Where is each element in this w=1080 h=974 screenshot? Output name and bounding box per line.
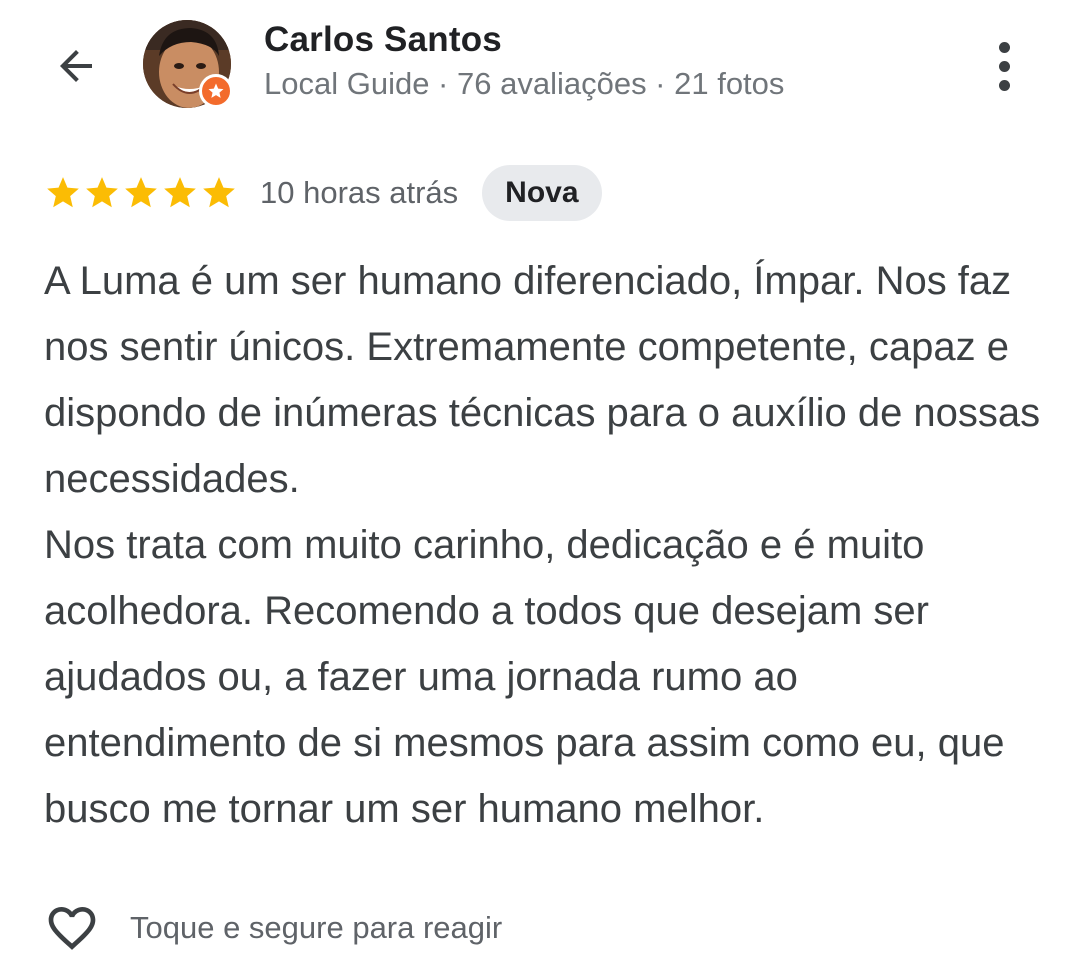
- more-vert-icon: [998, 41, 1010, 53]
- star-icon: [44, 174, 82, 212]
- more-vert-icon-dot: [998, 79, 1010, 91]
- local-guide-star-icon: [208, 83, 224, 98]
- review-paragraph: A Luma é um ser humano diferenciado, Ímp…: [44, 259, 1041, 501]
- heart-outline-icon: [48, 907, 96, 950]
- user-avatar[interactable]: [143, 20, 233, 110]
- arrow-back-icon: [60, 50, 92, 82]
- review-time: 10 horas atrás: [260, 175, 459, 210]
- more-vert-icon-dot: [998, 60, 1010, 72]
- local-guide-badge: [199, 74, 233, 108]
- star-icon: [161, 174, 199, 212]
- user-name[interactable]: Carlos Santos: [264, 20, 502, 60]
- new-badge: Nova: [482, 165, 602, 221]
- back-button[interactable]: [48, 38, 104, 94]
- user-meta: Local Guide · 76 avaliações · 21 fotos: [264, 66, 785, 101]
- review-paragraph: Nos trata com muito carinho, dedicação e…: [44, 523, 1005, 831]
- star-icon: [83, 174, 121, 212]
- review-text: A Luma é um ser humano diferenciado, Ímp…: [44, 248, 1044, 842]
- react-label: Toque e segure para reagir: [130, 910, 503, 945]
- star-rating: [44, 174, 238, 212]
- more-options-button[interactable]: [980, 36, 1028, 96]
- rating-row: 10 horas atrás Nova: [44, 164, 602, 222]
- star-icon: [200, 174, 238, 212]
- star-icon: [122, 174, 160, 212]
- review-header: Carlos Santos Local Guide · 76 avaliaçõe…: [0, 0, 1080, 130]
- react-button[interactable]: Toque e segure para reagir: [44, 900, 502, 956]
